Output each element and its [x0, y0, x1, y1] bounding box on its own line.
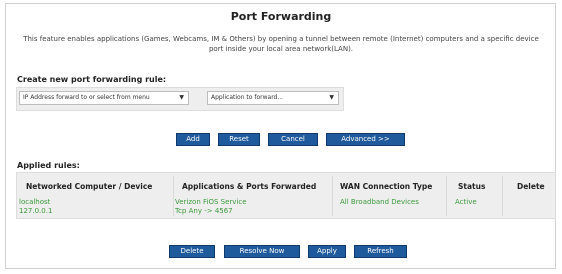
- ip-address-select-value: IP Address forward to or select from men…: [23, 94, 150, 101]
- column-header-wan-type: WAN Connection Type: [340, 182, 433, 191]
- cancel-button[interactable]: Cancel: [268, 133, 318, 146]
- column-divider: [332, 176, 333, 216]
- page-title: Port Forwarding: [230, 10, 332, 23]
- add-button[interactable]: Add: [176, 133, 210, 146]
- reset-button[interactable]: Reset: [218, 133, 260, 146]
- apply-button[interactable]: Apply: [308, 245, 346, 258]
- ip-address-select[interactable]: IP Address forward to or select from men…: [19, 91, 189, 105]
- column-divider: [502, 176, 503, 216]
- application-ports: Tcp Any -> 4567: [175, 207, 233, 215]
- status-badge: Active: [455, 198, 477, 206]
- chevron-down-icon: ▼: [329, 94, 334, 101]
- column-header-status: Status: [458, 182, 486, 191]
- resolve-now-button[interactable]: Resolve Now: [224, 245, 300, 258]
- delete-button[interactable]: Delete: [169, 245, 215, 258]
- column-header-delete: Delete: [517, 182, 545, 191]
- application-link[interactable]: Verizon FiOS Service: [175, 198, 247, 207]
- advanced-button[interactable]: Advanced >>: [326, 133, 405, 146]
- create-rule-label: Create new port forwarding rule:: [17, 75, 167, 84]
- chevron-down-icon: ▼: [179, 94, 184, 101]
- page-description: This feature enables applications (Games…: [23, 35, 539, 53]
- device-ip: 127.0.0.1: [19, 207, 53, 215]
- applied-rules-label: Applied rules:: [17, 161, 80, 170]
- refresh-button[interactable]: Refresh: [354, 245, 407, 258]
- column-divider: [446, 176, 447, 216]
- column-header-applications: Applications & Ports Forwarded: [182, 182, 317, 191]
- applied-rules-table: [16, 172, 556, 219]
- device-name-link[interactable]: localhost: [19, 198, 50, 207]
- column-header-device: Networked Computer / Device: [26, 182, 153, 191]
- column-divider: [173, 176, 174, 216]
- wan-connection-type: All Broadband Devices: [340, 198, 419, 206]
- application-select-value: Application to forward...: [211, 94, 284, 101]
- application-select[interactable]: Application to forward... ▼: [207, 91, 339, 105]
